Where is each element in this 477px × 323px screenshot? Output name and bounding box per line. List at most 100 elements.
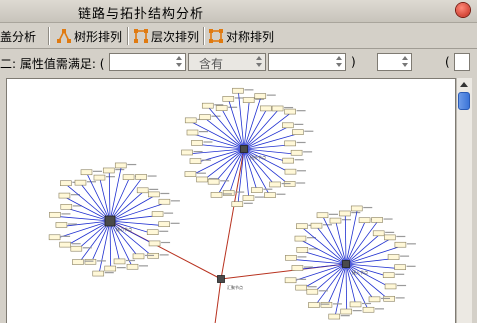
leaf-node-icon [328,313,341,320]
coverage-analysis-button[interactable]: 覆盖分析 [0,27,36,45]
leaf-node-icon [148,191,160,198]
leaf-node-label [170,200,180,202]
spoke-link [66,184,111,222]
close-icon[interactable] [456,3,470,17]
leaf-node-label [303,151,313,153]
spoke-link [302,227,347,265]
spinner-icon[interactable] [255,55,264,69]
topology-canvas[interactable]: 拓扑节点 核心节点 汇聚节点 接入节点 [6,78,456,323]
scroll-up-icon[interactable] [458,79,470,91]
title-bar: 链路与拓扑结构分析 [0,0,477,23]
leaf-node-icon [158,198,171,205]
leaf-node-icon [59,241,71,248]
leaf-node-icon [394,264,406,271]
next-group-select[interactable] [454,53,470,71]
leaf-node-label [341,219,351,221]
leaf-node-label [243,202,253,204]
spoke-link [345,263,348,314]
leaf-node-label [307,286,317,288]
leaf-node-label [296,110,306,112]
leaf-node-label [296,141,306,144]
leaf-node-label [201,159,211,161]
window-title: 链路与拓扑结构分析 [78,7,205,22]
logic-select[interactable] [377,53,412,71]
topology-graph[interactable]: 拓扑节点核心节点汇聚节点 接入节点 [7,79,456,323]
leaf-node-icon [349,301,362,308]
leaf-node-icon [285,254,297,261]
leaf-node-icon [338,210,351,217]
leaf-node-label [161,241,171,244]
spinner-icon[interactable] [175,55,184,69]
leaf-node-label [303,266,313,268]
symmetric-layout-button[interactable]: 对称排列 [208,27,274,45]
spoke-link [213,148,245,184]
toolbar: 覆盖分析 树形排列 层次排列 对称排列 [0,24,477,49]
hub-node-icon [217,275,225,283]
leaf-node-icon [310,222,323,229]
leaf-node-icon [60,180,72,187]
leaf-node-icon [60,203,73,210]
value-select[interactable] [268,53,346,71]
leaf-node-label [406,243,416,245]
hub-node-label: 汇聚节点 [227,284,243,290]
operator-select[interactable]: 含有 [188,53,266,71]
leaf-node-label [266,94,276,96]
leaf-node-icon [292,129,304,135]
leaf-node-label [159,254,169,256]
leaf-node-label [318,290,328,292]
leaf-node-icon [264,192,276,198]
leaf-node-label [374,308,384,310]
leaf-node-icon [382,272,395,279]
leaf-node-label [294,159,304,161]
tree-layout-button[interactable]: 树形排列 [56,27,122,45]
leaf-node-label [164,212,174,214]
filter-label: 二: 属性值需满足: ( [0,57,105,71]
leaf-node-label [304,130,314,132]
leaf-node-icon [93,174,106,181]
leaf-node-icon [290,149,303,156]
leaf-node-icon [291,265,304,271]
leaf-node-label [159,230,169,232]
leaf-node-label [228,106,238,108]
leaf-node-icon [242,195,255,201]
leaf-node-label [196,172,206,174]
leaf-node-label [352,310,362,312]
leaf-node-icon [132,253,145,260]
scroll-thumb[interactable] [458,92,470,110]
hub-node-label: 接入节点 [352,269,368,275]
leaf-node-label [145,254,155,257]
leaf-node-label [61,213,71,215]
leaf-node-label [263,188,273,190]
leaf-node-label [381,297,391,300]
leaf-node-label [351,211,361,214]
vertical-scrollbar[interactable] [456,78,472,323]
leaf-node-icon [350,205,363,212]
spoke-link [108,171,111,222]
leaf-node-label [320,303,330,305]
leaf-node-icon [102,167,115,174]
spoke-link [90,220,111,264]
leaf-node-label [82,247,92,249]
leaf-node-label [329,213,339,215]
operator-select-value: 含有 [199,57,224,71]
leaf-node-icon [184,171,197,177]
leaf-node-icon [295,284,307,291]
leaf-node-icon [215,105,228,111]
leaf-node-label [363,206,373,209]
leaf-node-icon [126,263,139,270]
leaf-node-label [395,297,405,299]
leaf-node-icon [201,102,214,109]
spinner-icon[interactable] [401,55,410,69]
leaf-node-icon [284,277,297,284]
attribute-select[interactable] [109,53,186,71]
tree-layout-label: 树形排列 [74,29,123,44]
spoke-link [322,216,347,265]
leaf-node-label [84,260,94,262]
leaf-node-icon [316,212,329,219]
leaf-node-icon [80,169,93,176]
hierarchy-layout-button[interactable]: 层次排列 [133,27,199,45]
leaf-node-label [297,256,307,258]
filter-bar: 二: 属性值需满足: ( 含有 ) ( [0,50,477,74]
tree-layout-icon [57,29,71,43]
spinner-icon[interactable] [335,55,344,69]
